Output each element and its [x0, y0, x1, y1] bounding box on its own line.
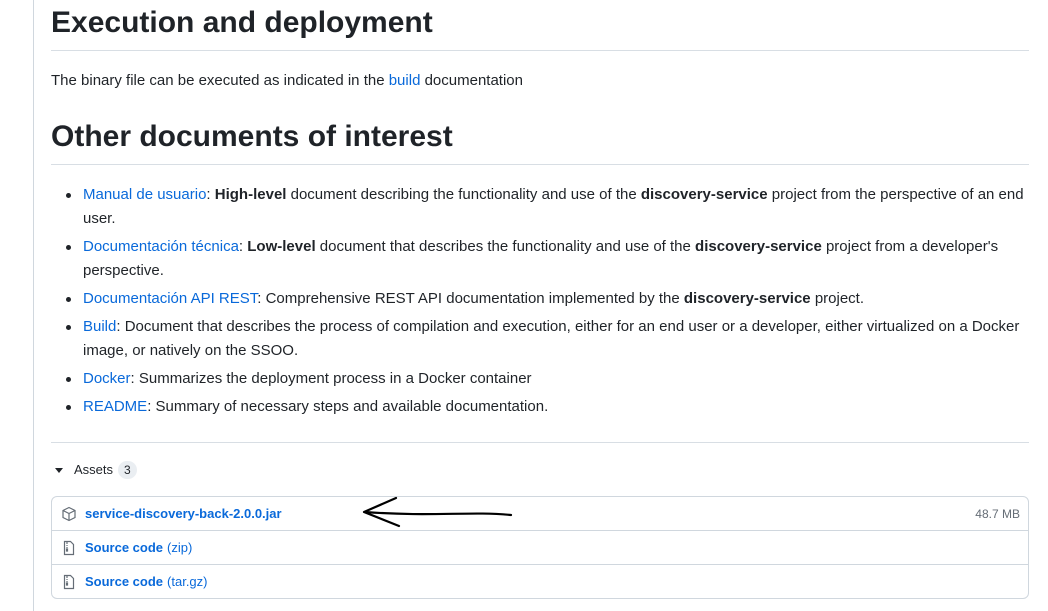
- execution-heading: Execution and deployment: [51, 6, 433, 39]
- package-icon: [61, 506, 77, 522]
- asset-row: service-discovery-back-2.0.0.jar 48.7 MB: [52, 497, 1028, 530]
- source-targz-format: (tar.gz): [167, 574, 208, 589]
- doc-emphasis-text: discovery-service: [640, 186, 768, 203]
- doc-link[interactable]: Build: [83, 318, 116, 335]
- doc-emphasis-text: High-level: [214, 186, 287, 203]
- asset-row: Source code (tar.gz): [52, 564, 1028, 598]
- source-zip-link[interactable]: Source code: [85, 540, 163, 555]
- doc-link[interactable]: Documentación API REST: [83, 290, 257, 307]
- build-link[interactable]: build: [389, 72, 421, 89]
- assets-list: service-discovery-back-2.0.0.jar 48.7 MB…: [51, 496, 1029, 599]
- hand-drawn-arrow-icon: [362, 496, 513, 528]
- assets-toggle[interactable]: Assets 3: [51, 459, 137, 481]
- other-docs-heading: Other documents of interest: [51, 120, 453, 153]
- source-zip-format: (zip): [167, 540, 193, 555]
- doc-list-item: Build: Document that describes the proce…: [66, 315, 1029, 363]
- doc-description-text: : Document that describes the process of…: [83, 318, 1020, 359]
- assets-count-badge: 3: [118, 461, 137, 479]
- doc-description-text: : Comprehensive REST API documentation i…: [257, 290, 684, 307]
- caret-down-icon: [55, 467, 63, 473]
- asset-size: 48.7 MB: [975, 506, 1020, 521]
- assets-divider: [51, 442, 1029, 443]
- doc-description-text: document that describes the functionalit…: [315, 238, 696, 255]
- execution-text-before: The binary file can be executed as indic…: [51, 72, 389, 89]
- doc-list-item: Docker: Summarizes the deployment proces…: [66, 367, 1029, 391]
- docs-list: Manual de usuario: High-level document d…: [51, 183, 1029, 423]
- doc-link[interactable]: README: [83, 398, 147, 415]
- file-zip-icon: [61, 574, 77, 590]
- doc-emphasis-text: discovery-service: [695, 238, 822, 255]
- doc-link[interactable]: Manual de usuario: [83, 186, 206, 203]
- execution-paragraph: The binary file can be executed as indic…: [51, 70, 523, 92]
- asset-jar-link[interactable]: service-discovery-back-2.0.0.jar: [85, 506, 282, 521]
- doc-description-text: : Summary of necessary steps and availab…: [147, 398, 549, 415]
- execution-text-after: documentation: [420, 72, 523, 89]
- doc-description-text: :: [238, 238, 248, 255]
- file-zip-icon: [61, 540, 77, 556]
- doc-emphasis-text: Low-level: [247, 238, 316, 255]
- left-border: [33, 0, 34, 611]
- doc-list-item: Documentación API REST: Comprehensive RE…: [66, 287, 1029, 311]
- doc-link[interactable]: Docker: [83, 370, 131, 387]
- asset-row: Source code (zip): [52, 530, 1028, 564]
- doc-link[interactable]: Documentación técnica: [83, 238, 239, 255]
- doc-description-text: :: [206, 186, 215, 203]
- doc-description-text: : Summarizes the deployment process in a…: [130, 370, 532, 387]
- doc-description-text: document describing the functionality an…: [286, 186, 641, 203]
- doc-description-text: project.: [810, 290, 865, 307]
- doc-list-item: Documentación técnica: Low-level documen…: [66, 235, 1029, 283]
- doc-list-item: Manual de usuario: High-level document d…: [66, 183, 1029, 231]
- assets-label: Assets: [74, 462, 114, 477]
- heading-divider: [51, 164, 1029, 165]
- heading-divider: [51, 50, 1029, 51]
- doc-emphasis-text: discovery-service: [683, 290, 811, 307]
- doc-list-item: README: Summary of necessary steps and a…: [66, 395, 1029, 419]
- source-targz-link[interactable]: Source code: [85, 574, 163, 589]
